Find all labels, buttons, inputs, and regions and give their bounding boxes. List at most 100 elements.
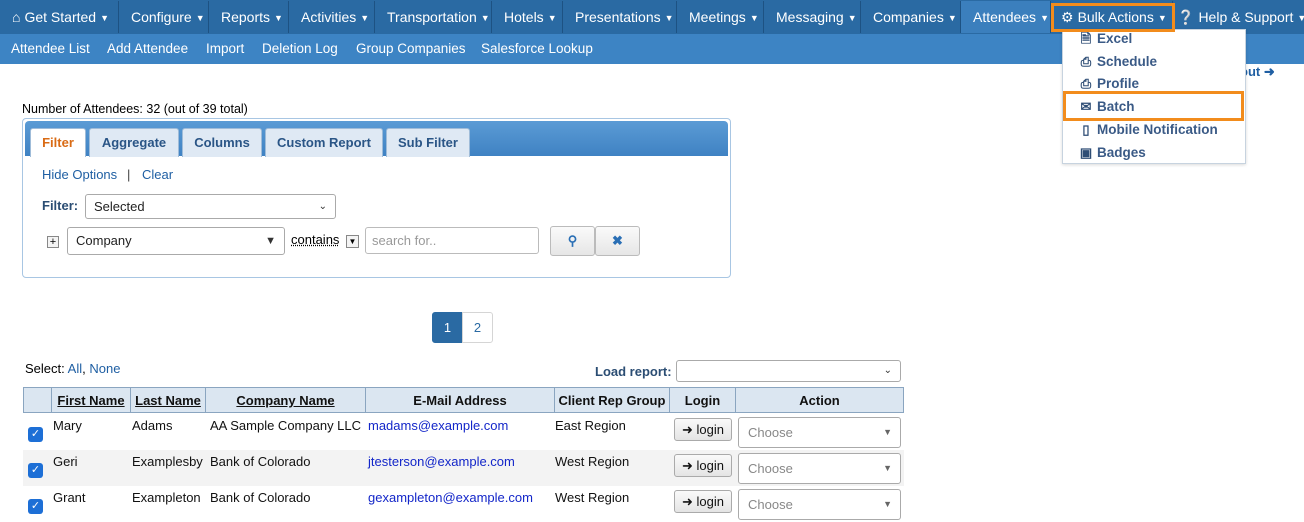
subnav-deletion-log[interactable]: Deletion Log xyxy=(262,34,338,64)
search-button[interactable]: ⚲ xyxy=(550,226,595,256)
select-none-link[interactable]: None xyxy=(89,361,120,376)
page-1-button[interactable]: 1 xyxy=(432,312,463,343)
subnav-attendee-list[interactable]: Attendee List xyxy=(11,34,90,64)
header-first-name[interactable]: First Name xyxy=(52,388,131,412)
filter-label: Filter: xyxy=(42,198,79,213)
row-checkbox[interactable]: ✓ xyxy=(28,427,43,442)
filter-select-value: Selected xyxy=(94,199,145,214)
tab-filter[interactable]: Filter xyxy=(30,128,86,157)
tab-custom-report[interactable]: Custom Report xyxy=(265,128,383,157)
mobile-icon: ▯ xyxy=(1082,122,1090,137)
page-2-button[interactable]: 2 xyxy=(462,312,493,343)
table-header: First Name Last Name Company Name E-Mail… xyxy=(23,387,904,413)
select-label: Select: xyxy=(25,361,65,376)
cell-company: Bank of Colorado xyxy=(210,490,311,505)
cell-company: AA Sample Company LLC xyxy=(210,418,362,433)
clear-search-button[interactable]: ✖ xyxy=(595,226,640,256)
nav-hotels[interactable]: Hotels ▼ xyxy=(492,1,563,33)
filter-panel: Filter Aggregate Columns Custom Report S… xyxy=(22,118,731,278)
nav-label: Activities xyxy=(301,9,357,25)
tab-sub-filter[interactable]: Sub Filter xyxy=(386,128,470,157)
nav-label: Get Started xyxy=(24,9,97,25)
header-label: First Name xyxy=(57,393,125,408)
field-select[interactable]: Company ▼ xyxy=(67,227,285,255)
nav-messaging[interactable]: Messaging ▼ xyxy=(764,1,861,33)
clear-link[interactable]: Clear xyxy=(142,167,173,182)
subnav-import[interactable]: Import xyxy=(206,34,244,64)
caret-down-icon: ▼ xyxy=(195,13,205,23)
subnav-add-attendee[interactable]: Add Attendee xyxy=(107,34,188,64)
subnav-group-companies[interactable]: Group Companies xyxy=(356,34,466,64)
nav-companies[interactable]: Companies ▼ xyxy=(861,1,961,33)
caret-down-icon: ▼ xyxy=(274,13,283,23)
nav-label: Companies xyxy=(873,9,944,25)
nav-transportation[interactable]: Transportation ▼ xyxy=(375,1,492,33)
action-select-placeholder: Choose xyxy=(748,497,793,512)
header-label: Company Name xyxy=(236,393,335,408)
nav-meetings[interactable]: Meetings ▼ xyxy=(677,1,764,33)
nav-reports[interactable]: Reports ▼ xyxy=(209,1,289,33)
menu-item-mobile-notification[interactable]: ▯ Mobile Notification xyxy=(1077,120,1217,140)
nav-label: Configure xyxy=(131,9,192,25)
cell-email-link[interactable]: madams@example.com xyxy=(368,418,508,433)
nav-activities[interactable]: Activities ▼ xyxy=(289,1,375,33)
cell-last-name: Adams xyxy=(132,418,173,433)
menu-item-badges[interactable]: ▣ Badges xyxy=(1077,143,1146,163)
caret-down-icon: ▼ xyxy=(360,13,370,23)
header-company-name[interactable]: Company Name xyxy=(206,388,366,412)
cell-rep-group: East Region xyxy=(555,418,626,433)
tab-aggregate[interactable]: Aggregate xyxy=(89,128,179,157)
nav-get-started[interactable]: ⌂ Get Started ▼ xyxy=(0,1,119,33)
search-input[interactable] xyxy=(365,227,539,254)
operator-dropdown-icon[interactable]: ▼ xyxy=(346,235,359,248)
cell-last-name: Examplesby xyxy=(132,454,203,469)
nav-label: Transportation xyxy=(387,9,477,25)
caret-down-icon: ▼ xyxy=(664,13,674,23)
row-checkbox[interactable]: ✓ xyxy=(28,499,43,514)
caret-down-icon: ▼ xyxy=(749,13,759,23)
menu-item-profile[interactable]: ⎙ Profile xyxy=(1077,74,1139,94)
caret-down-icon: ▼ xyxy=(547,13,557,23)
login-button[interactable]: ➜ login xyxy=(674,418,732,441)
home-icon: ⌂ xyxy=(12,9,21,25)
operator-label[interactable]: contains xyxy=(291,232,339,247)
nav-configure[interactable]: Configure ▼ xyxy=(119,1,209,33)
filter-select[interactable]: Selected ⌄ xyxy=(85,194,336,219)
nav-label: Help & Support xyxy=(1198,9,1294,25)
header-action: Action xyxy=(799,393,840,408)
menu-item-label: Excel xyxy=(1097,31,1133,46)
sign-in-icon: ➜ xyxy=(682,494,693,509)
row-checkbox[interactable]: ✓ xyxy=(28,463,43,478)
printer-icon: ⎙ xyxy=(1080,54,1092,69)
header-email: E-Mail Address xyxy=(366,388,555,412)
cell-first-name: Grant xyxy=(53,490,86,505)
add-condition-icon[interactable]: + xyxy=(47,236,59,248)
caret-down-icon: ▼ xyxy=(1040,13,1049,23)
action-select[interactable]: Choose ▼ xyxy=(738,417,901,448)
select-all-link[interactable]: All xyxy=(68,361,82,376)
nav-presentations[interactable]: Presentations ▼ xyxy=(563,1,677,33)
login-label: login xyxy=(696,494,724,509)
cell-email-link[interactable]: gexampleton@example.com xyxy=(368,490,533,505)
load-report-select[interactable]: ⌄ xyxy=(676,360,901,382)
subnav-salesforce-lookup[interactable]: Salesforce Lookup xyxy=(481,34,593,64)
nav-attendees[interactable]: Attendees ▼ xyxy=(961,1,1051,33)
header-last-name[interactable]: Last Name xyxy=(131,388,206,412)
tab-columns[interactable]: Columns xyxy=(182,128,262,157)
menu-item-excel[interactable]: 🗎 Excel xyxy=(1077,29,1133,49)
action-select[interactable]: Choose ▼ xyxy=(738,453,901,484)
action-select[interactable]: Choose ▼ xyxy=(738,489,901,520)
nav-label: Bulk Actions xyxy=(1077,9,1154,25)
hide-options-link[interactable]: Hide Options xyxy=(42,167,117,182)
menu-item-label: Profile xyxy=(1097,76,1140,91)
cell-email-link[interactable]: jtesterson@example.com xyxy=(368,454,515,469)
menu-item-batch[interactable]: ✉ Batch xyxy=(1077,97,1135,117)
load-report-label: Load report: xyxy=(595,364,672,379)
cell-rep-group: West Region xyxy=(555,490,630,505)
menu-item-schedule[interactable]: ⎙ Schedule xyxy=(1077,52,1157,72)
login-button[interactable]: ➜ login xyxy=(674,454,732,477)
filter-tab-bar: Filter Aggregate Columns Custom Report S… xyxy=(25,121,728,157)
menu-item-label: Badges xyxy=(1097,145,1146,160)
caret-down-icon: ▼ xyxy=(1157,13,1167,23)
login-button[interactable]: ➜ login xyxy=(674,490,732,513)
